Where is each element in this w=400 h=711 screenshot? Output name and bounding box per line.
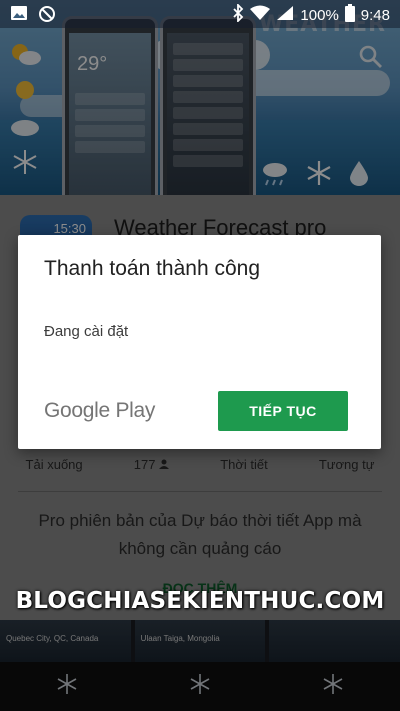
google-play-logo: Google Play bbox=[44, 399, 156, 422]
continue-button[interactable]: TIẾP TỤC bbox=[218, 391, 348, 431]
payment-success-dialog: Thanh toán thành công Đang cài đặt Googl… bbox=[18, 235, 381, 449]
wifi-icon bbox=[250, 5, 271, 25]
status-bar: 100% 9:48 bbox=[0, 0, 400, 28]
dialog-message: Đang cài đặt bbox=[44, 323, 129, 340]
signal-icon bbox=[276, 5, 294, 25]
clock: 9:48 bbox=[360, 6, 390, 24]
blocked-icon bbox=[38, 5, 56, 28]
watermark: BLOGCHIASEKIENTHUC.COM bbox=[15, 588, 385, 614]
battery-icon bbox=[344, 4, 355, 26]
image-icon bbox=[10, 5, 28, 28]
dialog-title: Thanh toán thành công bbox=[44, 257, 261, 280]
bluetooth-icon bbox=[232, 2, 244, 26]
battery-percent: 100% bbox=[300, 6, 339, 24]
